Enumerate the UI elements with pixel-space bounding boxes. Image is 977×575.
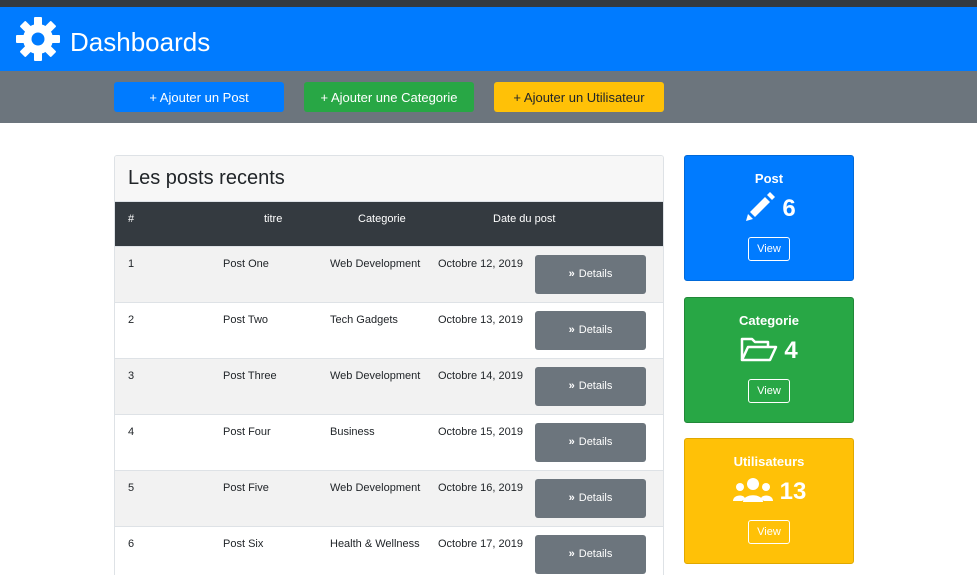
- details-button[interactable]: » Details: [535, 366, 646, 406]
- row-number: 1: [128, 257, 135, 270]
- details-button[interactable]: » Details: [535, 534, 646, 574]
- double-chevron-right-icon: »: [568, 268, 575, 280]
- row-title: Post Four: [223, 425, 271, 438]
- details-button[interactable]: » Details: [535, 422, 646, 462]
- row-category: Tech Gadgets: [330, 313, 398, 326]
- post-stat-card: Post 6 View: [684, 155, 854, 281]
- pencil-icon: [742, 190, 776, 229]
- view-categories-button[interactable]: View: [748, 379, 790, 403]
- row-category: Health & Wellness: [330, 537, 420, 550]
- recent-posts-panel: Les posts recents # titre Categorie Date…: [114, 155, 664, 575]
- post-card-title: Post: [754, 171, 784, 186]
- category-count: 4: [784, 337, 798, 364]
- folder-open-icon: [740, 335, 778, 368]
- row-date: Octobre 17, 2019: [438, 537, 524, 550]
- users-stat-card: Utilisateurs 13 View: [684, 438, 854, 564]
- table-row: 6 Post Six Health & Wellness Octobre 17, 20…: [115, 526, 663, 575]
- row-title: Post Two: [223, 313, 269, 326]
- row-number: 6: [128, 537, 135, 550]
- row-date: Octobre 16, 2019: [438, 481, 524, 494]
- add-post-button[interactable]: + Ajouter un Post: [114, 82, 284, 112]
- row-number: 4: [128, 425, 135, 438]
- row-number: 3: [128, 369, 135, 382]
- action-bar: + Ajouter un Post + Ajouter une Categori…: [0, 71, 977, 123]
- details-button[interactable]: » Details: [535, 478, 646, 518]
- row-date: Octobre 12, 2019: [438, 257, 524, 270]
- details-label: Details: [578, 380, 613, 392]
- users-icon: [732, 476, 774, 509]
- add-user-button[interactable]: + Ajouter un Utilisateur: [494, 82, 664, 112]
- row-category: Web Development: [330, 257, 421, 270]
- row-category: Web Development: [330, 481, 421, 494]
- gear-icon[interactable]: [12, 13, 64, 65]
- details-label: Details: [578, 324, 613, 336]
- details-label: Details: [578, 436, 613, 448]
- table-row: 2 Post Two Tech Gadgets Octobre 13, 2019 » De…: [115, 302, 663, 358]
- double-chevron-right-icon: »: [568, 548, 575, 560]
- column-header-category: Categorie: [358, 213, 406, 225]
- row-date: Octobre 14, 2019: [438, 369, 524, 382]
- table-row: 1 Post One Web Development Octobre 12, 2019…: [115, 246, 663, 302]
- column-header-num: #: [128, 213, 135, 225]
- row-number: 2: [128, 313, 135, 326]
- column-header-date: Date du post: [493, 213, 556, 225]
- row-title: Post Three: [223, 369, 277, 382]
- category-stat-card: Categorie 4 View: [684, 297, 854, 423]
- double-chevron-right-icon: »: [568, 324, 575, 336]
- add-category-button[interactable]: + Ajouter une Categorie: [304, 82, 474, 112]
- table-row: 5 Post Five Web Development Octobre 16, 201…: [115, 470, 663, 526]
- row-category: Web Development: [330, 369, 421, 382]
- panel-header: Les posts recents: [115, 156, 663, 202]
- row-title: Post Five: [223, 481, 269, 494]
- row-number: 5: [128, 481, 135, 494]
- row-category: Business: [330, 425, 375, 438]
- view-posts-button[interactable]: View: [748, 237, 790, 261]
- users-card-title: Utilisateurs: [733, 454, 805, 469]
- top-strip: [0, 0, 977, 7]
- posts-table: # titre Categorie Date du post 1 Post One…: [115, 202, 663, 575]
- details-label: Details: [578, 268, 613, 280]
- post-count: 6: [782, 195, 796, 222]
- table-header-row: # titre Categorie Date du post: [115, 202, 663, 246]
- double-chevron-right-icon: »: [568, 436, 575, 448]
- details-button[interactable]: » Details: [535, 254, 646, 294]
- table-row: 3 Post Three Web Development Octobre 14, 20…: [115, 358, 663, 414]
- details-button[interactable]: » Details: [535, 310, 646, 350]
- double-chevron-right-icon: »: [568, 380, 575, 392]
- row-title: Post One: [223, 257, 269, 270]
- details-label: Details: [578, 492, 613, 504]
- view-users-button[interactable]: View: [748, 520, 790, 544]
- page-title: Dashboards: [70, 26, 211, 57]
- details-label: Details: [578, 548, 613, 560]
- double-chevron-right-icon: »: [568, 492, 575, 504]
- row-date: Octobre 13, 2019: [438, 313, 524, 326]
- table-row: 4 Post Four Business Octobre 15, 2019 » Detai…: [115, 414, 663, 470]
- app-header: Dashboards: [0, 7, 977, 71]
- category-card-title: Categorie: [739, 313, 799, 328]
- row-date: Octobre 15, 2019: [438, 425, 524, 438]
- recent-posts-heading: Les posts recents: [128, 167, 285, 189]
- column-header-title: titre: [264, 213, 283, 225]
- row-title: Post Six: [223, 537, 264, 550]
- users-count: 13: [779, 478, 807, 505]
- main-content: Les posts recents # titre Categorie Date…: [0, 123, 977, 575]
